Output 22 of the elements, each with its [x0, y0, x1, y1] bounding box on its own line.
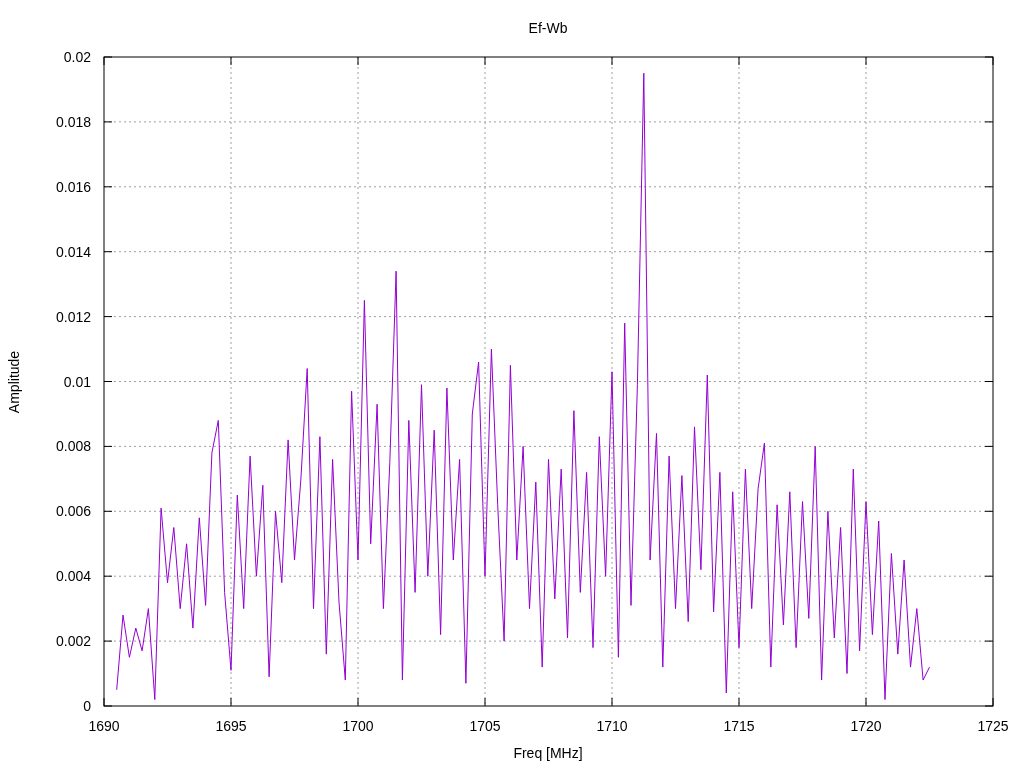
axis-label: Freq [MHz]: [513, 745, 583, 761]
tick-label: 0.008: [55, 438, 91, 455]
tick-label: 0.018: [55, 113, 91, 130]
tick-label: 0: [83, 698, 91, 714]
tick-label: 1690: [88, 718, 120, 734]
tick-label: 0.014: [55, 243, 91, 260]
tick-label: 1725: [977, 718, 1009, 734]
axis-label: Amplitude: [6, 350, 22, 414]
tick-label: 0.012: [55, 308, 91, 325]
tick-label: 0.004: [55, 568, 91, 585]
tick-label: 0.002: [55, 633, 91, 650]
tick-label: 1695: [215, 718, 247, 734]
tick-label: 0.006: [55, 503, 91, 520]
tick-label: 0.016: [55, 178, 91, 195]
tick-label: 1700: [342, 718, 374, 734]
tick-label: 0.02: [63, 49, 91, 65]
tick-label: 1710: [596, 718, 628, 734]
tick-label: 0.01: [63, 373, 91, 390]
tick-label: 1715: [723, 718, 755, 734]
chart-title: Ef-Wb: [528, 20, 568, 36]
tick-label: 1705: [469, 718, 501, 734]
tick-label: 1720: [850, 718, 882, 734]
